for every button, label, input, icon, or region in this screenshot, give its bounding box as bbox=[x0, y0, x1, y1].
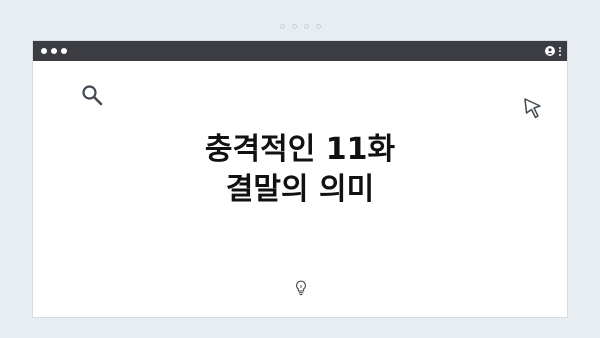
cursor-arrow-icon bbox=[524, 98, 541, 119]
headline-line-2: 결말의 의미 bbox=[225, 172, 375, 207]
headline: 충격적인 11화 결말의 의미 bbox=[33, 130, 567, 210]
search-icon bbox=[82, 85, 103, 106]
browser-window: 충격적인 11화 결말의 의미 bbox=[32, 40, 568, 318]
lightbulb-icon bbox=[296, 280, 306, 296]
titlebar-actions bbox=[545, 46, 561, 56]
kebab-menu-icon[interactable] bbox=[559, 46, 561, 56]
pager-dot bbox=[291, 24, 297, 29]
window-minimize-dot[interactable] bbox=[51, 48, 57, 54]
profile-icon[interactable] bbox=[545, 46, 555, 56]
pager-dots bbox=[0, 24, 600, 29]
pager-dot bbox=[303, 24, 309, 29]
window-controls bbox=[41, 48, 67, 54]
window-maximize-dot[interactable] bbox=[61, 48, 67, 54]
pager-dot bbox=[279, 24, 285, 29]
headline-line-1: 충격적인 11화 bbox=[204, 132, 396, 167]
window-titlebar bbox=[33, 41, 567, 61]
window-close-dot[interactable] bbox=[41, 48, 47, 54]
pager-dot bbox=[315, 24, 321, 29]
